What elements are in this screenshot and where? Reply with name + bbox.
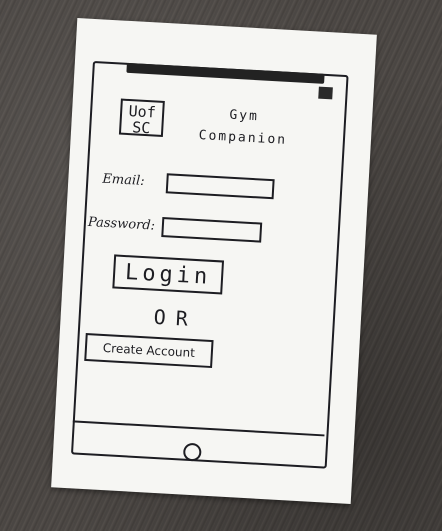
app-logo: Uof SC (118, 98, 165, 138)
paper-prototype: Uof SC Gym Companion Email: Password: Lo… (51, 17, 377, 505)
app-title: Gym Companion (182, 102, 304, 153)
logo-line-2: SC (131, 118, 151, 138)
email-label: Email: (101, 171, 146, 189)
or-divider-text: OR (153, 304, 199, 332)
slot-tab (318, 86, 333, 100)
login-button[interactable]: Login (112, 254, 225, 295)
